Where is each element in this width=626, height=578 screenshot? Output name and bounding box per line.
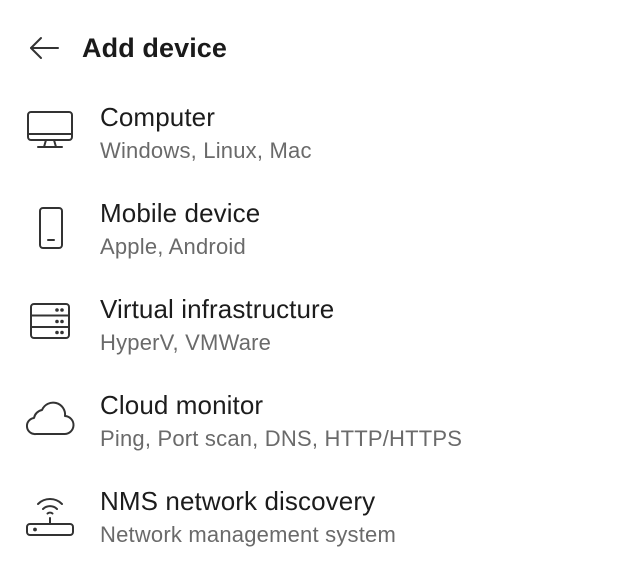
back-button[interactable] [28,26,64,70]
router-icon [26,498,74,536]
device-option-computer[interactable]: Computer Windows, Linux, Mac [0,96,626,192]
item-subtitle: HyperV, VMWare [100,330,272,355]
item-icon-wrap [0,484,100,538]
page-header: Add device [28,26,227,70]
arrow-left-icon [30,37,59,59]
device-option-virtual-infrastructure[interactable]: Virtual infrastructure HyperV, VMWare [0,288,626,384]
smartphone-icon [39,207,63,249]
server-icon [30,303,70,339]
item-subtitle: Windows, Linux, Mac [100,138,312,163]
item-text: Mobile device Apple, Android [100,196,260,262]
item-text: Virtual infrastructure HyperV, VMWare [100,292,334,358]
item-title: NMS network discovery [100,486,376,516]
item-title: Computer [100,102,215,132]
cloud-icon [25,401,75,436]
page-title: Add device [82,32,228,63]
item-title: Virtual infrastructure [100,294,335,324]
device-option-cloud-monitor[interactable]: Cloud monitor Ping, Port scan, DNS, HTTP… [0,384,626,480]
item-subtitle: Apple, Android [100,234,246,259]
item-text: NMS network discovery Network management… [100,484,396,550]
item-text: Cloud monitor Ping, Port scan, DNS, HTTP… [100,388,462,454]
device-option-mobile[interactable]: Mobile device Apple, Android [0,192,626,288]
device-option-nms-network-discovery[interactable]: NMS network discovery Network management… [0,480,626,576]
device-type-list: Computer Windows, Linux, Mac Mobile devi… [0,96,626,576]
item-text: Computer Windows, Linux, Mac [100,100,312,166]
item-title: Cloud monitor [100,390,264,420]
item-icon-wrap [0,100,100,150]
item-subtitle: Ping, Port scan, DNS, HTTP/HTTPS [100,426,463,451]
item-subtitle: Network management system [100,522,396,547]
item-title: Mobile device [100,198,261,228]
item-icon-wrap [0,388,100,438]
monitor-icon [27,111,73,148]
item-icon-wrap [0,196,100,250]
item-icon-wrap [0,292,100,342]
